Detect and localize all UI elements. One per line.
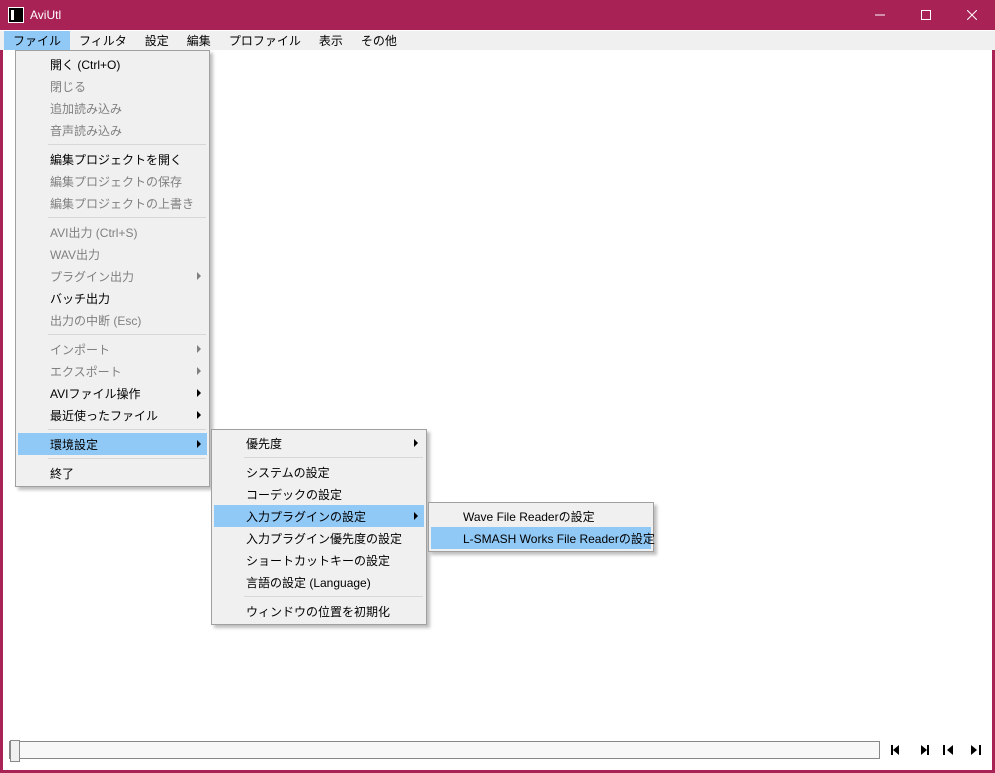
- env-menu-item-label: システムの設定: [246, 464, 330, 481]
- env-menu-item-label: コーデックの設定: [246, 486, 342, 503]
- seek-track[interactable]: [9, 741, 880, 759]
- env-menu-item-label: 優先度: [246, 435, 282, 452]
- file-menu-item[interactable]: バッチ出力: [18, 287, 207, 309]
- file-menu-item: 追加読み込み: [18, 97, 207, 119]
- menu-filter[interactable]: フィルタ: [70, 31, 136, 50]
- input-plugin-dropdown: Wave File Readerの設定 L-SMASH Works File Re…: [428, 502, 654, 552]
- plugin-menu-item-label: L-SMASH Works File Readerの設定: [463, 530, 655, 547]
- file-menu-item: AVI出力 (Ctrl+S): [18, 221, 207, 243]
- file-menu-separator: [48, 429, 206, 430]
- file-menu-item[interactable]: 編集プロジェクトを開く: [18, 148, 207, 170]
- file-menu-item-label: 編集プロジェクトの上書き: [50, 195, 194, 212]
- file-menu-item-label: 編集プロジェクトを開く: [50, 151, 182, 168]
- file-menu-item: WAV出力: [18, 243, 207, 265]
- menu-view[interactable]: 表示: [310, 31, 352, 50]
- menu-profile[interactable]: プロファイル: [220, 31, 310, 50]
- seek-bar-area: [9, 738, 986, 762]
- env-menu-item-label: ショートカットキーの設定: [246, 552, 390, 569]
- env-menu-item-label: 言語の設定 (Language): [246, 574, 371, 591]
- env-menu-separator: [244, 457, 423, 458]
- next-frame-button[interactable]: [912, 739, 934, 761]
- env-menu-item-label: ウィンドウの位置を初期化: [246, 603, 390, 620]
- first-frame-button[interactable]: [938, 739, 960, 761]
- submenu-arrow-icon: [414, 439, 418, 447]
- file-menu-item-label: 音声読み込み: [50, 122, 122, 139]
- file-menu-item-label: バッチ出力: [50, 290, 110, 307]
- file-menu-item-label: AVI出力 (Ctrl+S): [50, 224, 137, 241]
- app-icon: [8, 7, 24, 23]
- nav-buttons: [886, 739, 986, 761]
- env-menu-item-label: 入力プラグインの設定: [246, 508, 366, 525]
- env-menu-item[interactable]: ショートカットキーの設定: [214, 549, 424, 571]
- file-menu-item[interactable]: 終了: [18, 462, 207, 484]
- window-title: AviUtl: [30, 8, 857, 22]
- file-menu-item[interactable]: AVIファイル操作: [18, 382, 207, 404]
- file-menu-item-label: 最近使ったファイル: [50, 407, 158, 424]
- file-menu-separator: [48, 334, 206, 335]
- file-menu-item-label: 出力の中断 (Esc): [50, 312, 141, 329]
- submenu-arrow-icon: [197, 272, 201, 280]
- plugin-menu-item[interactable]: Wave File Readerの設定: [431, 505, 651, 527]
- file-menu-item: 音声読み込み: [18, 119, 207, 141]
- submenu-arrow-icon: [197, 389, 201, 397]
- file-menu-item: 閉じる: [18, 75, 207, 97]
- submenu-arrow-icon: [197, 411, 201, 419]
- env-menu-item[interactable]: ウィンドウの位置を初期化: [214, 600, 424, 622]
- title-bar: AviUtl: [0, 0, 995, 30]
- file-menu-item: 出力の中断 (Esc): [18, 309, 207, 331]
- env-menu-item[interactable]: 言語の設定 (Language): [214, 571, 424, 593]
- file-menu-item-label: 終了: [50, 465, 74, 482]
- env-menu-item-label: 入力プラグイン優先度の設定: [246, 530, 402, 547]
- file-menu-separator: [48, 217, 206, 218]
- file-menu-separator: [48, 458, 206, 459]
- env-menu-item[interactable]: 優先度: [214, 432, 424, 454]
- file-menu-item-label: 閉じる: [50, 78, 86, 95]
- env-menu-separator: [244, 596, 423, 597]
- submenu-arrow-icon: [197, 440, 201, 448]
- submenu-arrow-icon: [414, 512, 418, 520]
- file-menu-item-label: AVIファイル操作: [50, 385, 140, 402]
- plugin-menu-item-label: Wave File Readerの設定: [463, 508, 595, 525]
- file-menu-item-label: WAV出力: [50, 246, 100, 263]
- last-frame-button[interactable]: [964, 739, 986, 761]
- file-menu-item-label: 追加読み込み: [50, 100, 122, 117]
- file-menu-item: インポート: [18, 338, 207, 360]
- file-menu-separator: [48, 144, 206, 145]
- window-controls: [857, 0, 995, 30]
- file-dropdown: 開く (Ctrl+O) 閉じる追加読み込み音声読み込み編集プロジェクトを開く編集プ…: [15, 50, 210, 487]
- minimize-button[interactable]: [857, 0, 903, 30]
- menu-file[interactable]: ファイル: [4, 31, 70, 50]
- env-settings-dropdown: 優先度システムの設定コーデックの設定入力プラグインの設定入力プラグイン優先度の設…: [211, 429, 427, 625]
- file-menu-item[interactable]: 開く (Ctrl+O): [18, 53, 207, 75]
- file-menu-item-label: インポート: [50, 341, 110, 358]
- close-button[interactable]: [949, 0, 995, 30]
- menu-edit[interactable]: 編集: [178, 31, 220, 50]
- env-menu-item[interactable]: 入力プラグインの設定: [214, 505, 424, 527]
- menu-settings[interactable]: 設定: [136, 31, 178, 50]
- seek-thumb[interactable]: [10, 740, 20, 762]
- file-menu-item-label: エクスポート: [50, 363, 122, 380]
- file-menu-item[interactable]: 環境設定: [18, 433, 207, 455]
- file-menu-item: エクスポート: [18, 360, 207, 382]
- file-menu-item-label: 環境設定: [50, 436, 98, 453]
- menu-bar: ファイル フィルタ 設定 編集 プロファイル 表示 その他: [0, 30, 995, 50]
- menu-other[interactable]: その他: [352, 31, 406, 50]
- file-menu-item: 編集プロジェクトの上書き: [18, 192, 207, 214]
- file-menu-item: 編集プロジェクトの保存: [18, 170, 207, 192]
- env-menu-item[interactable]: コーデックの設定: [214, 483, 424, 505]
- env-menu-item[interactable]: システムの設定: [214, 461, 424, 483]
- env-menu-item[interactable]: 入力プラグイン優先度の設定: [214, 527, 424, 549]
- file-menu-item-label: 開く (Ctrl+O): [50, 56, 120, 73]
- file-menu-item-label: プラグイン出力: [50, 268, 134, 285]
- maximize-button[interactable]: [903, 0, 949, 30]
- submenu-arrow-icon: [197, 367, 201, 375]
- prev-frame-button[interactable]: [886, 739, 908, 761]
- plugin-menu-item[interactable]: L-SMASH Works File Readerの設定: [431, 527, 651, 549]
- file-menu-item-label: 編集プロジェクトの保存: [50, 173, 182, 190]
- file-menu-item[interactable]: 最近使ったファイル: [18, 404, 207, 426]
- submenu-arrow-icon: [197, 345, 201, 353]
- file-menu-item: プラグイン出力: [18, 265, 207, 287]
